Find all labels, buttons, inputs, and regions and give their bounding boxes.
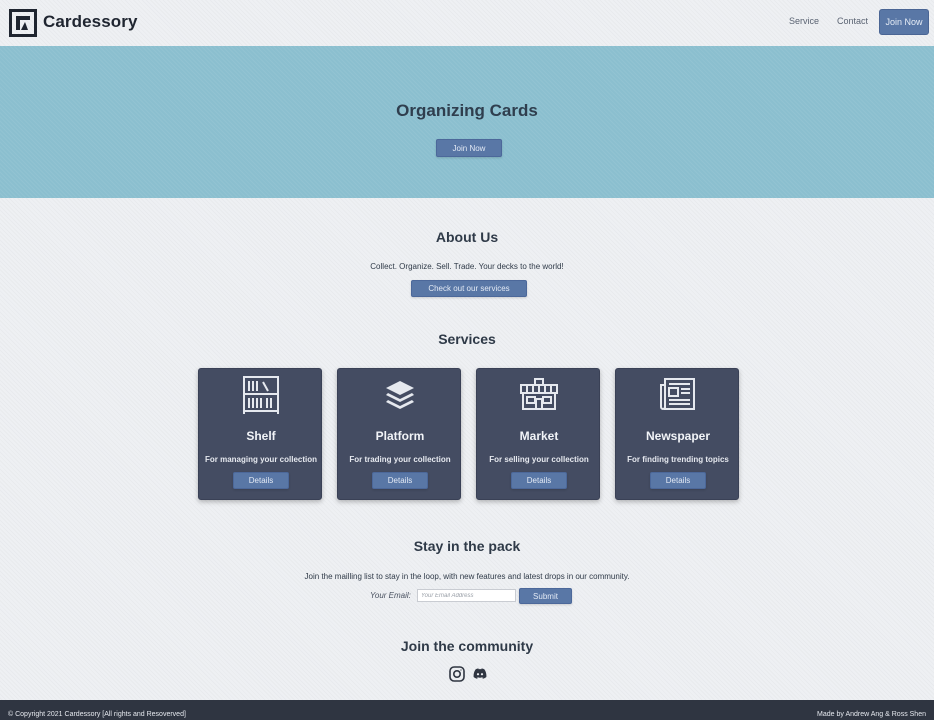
services-title: Services	[438, 331, 496, 347]
hero-banner: Organizing Cards Join Now	[0, 46, 934, 198]
card-title: Shelf	[246, 429, 276, 443]
email-label: Your Email:	[370, 591, 411, 600]
newsletter-text: Join the mailling list to stay in the lo…	[304, 572, 630, 581]
hero-join-button[interactable]: Join Now	[436, 139, 502, 157]
card-title: Market	[519, 429, 559, 443]
layers-icon	[338, 375, 462, 415]
service-card-platform: Platform For trading your collection Det…	[337, 368, 461, 500]
shelf-details-button[interactable]: Details	[233, 472, 289, 489]
credits-text: Made by Andrew Ang & Ross Shen	[817, 711, 926, 718]
community-title: Join the community	[400, 638, 534, 654]
bookshelf-icon	[199, 375, 323, 415]
nav-service-link[interactable]: Service	[789, 16, 819, 26]
footer: © Copyright 2021 Cardessory [All rights …	[0, 700, 934, 720]
newsletter-title: Stay in the pack	[413, 538, 521, 554]
card-title: Platform	[375, 429, 425, 443]
service-card-market: Market For selling your collection Detai…	[476, 368, 600, 500]
instagram-icon[interactable]	[449, 666, 465, 682]
platform-details-button[interactable]: Details	[372, 472, 428, 489]
card-subtitle: For selling your collection	[489, 455, 589, 464]
newspaper-icon	[616, 375, 740, 415]
card-subtitle: For managing your collection	[204, 455, 317, 464]
nav-join-button[interactable]: Join Now	[879, 9, 929, 35]
submit-button[interactable]: Submit	[519, 588, 572, 604]
service-card-shelf: Shelf For managing your collection Detai…	[198, 368, 322, 500]
navbar: Cardessory Service Contact Join Now	[0, 0, 934, 45]
card-subtitle: For trading your collection	[349, 455, 451, 464]
discord-icon[interactable]	[472, 666, 488, 682]
storefront-icon	[477, 375, 601, 415]
card-title: Newspaper	[645, 429, 711, 443]
brand-name[interactable]: Cardessory	[43, 12, 138, 32]
card-subtitle: For finding trending topics	[627, 455, 729, 464]
logo-icon[interactable]	[9, 9, 37, 37]
about-title: About Us	[435, 229, 499, 245]
hero-title: Organizing Cards	[396, 101, 538, 120]
about-text: Collect. Organize. Sell. Trade. Your dec…	[370, 262, 564, 271]
email-field[interactable]	[417, 589, 516, 602]
service-card-newspaper: Newspaper For finding trending topics De…	[615, 368, 739, 500]
market-details-button[interactable]: Details	[511, 472, 567, 489]
copyright-text: © Copyright 2021 Cardessory [All rights …	[8, 711, 186, 718]
nav-contact-link[interactable]: Contact	[837, 16, 868, 26]
newspaper-details-button[interactable]: Details	[650, 472, 706, 489]
check-services-button[interactable]: Check out our services	[411, 280, 527, 297]
